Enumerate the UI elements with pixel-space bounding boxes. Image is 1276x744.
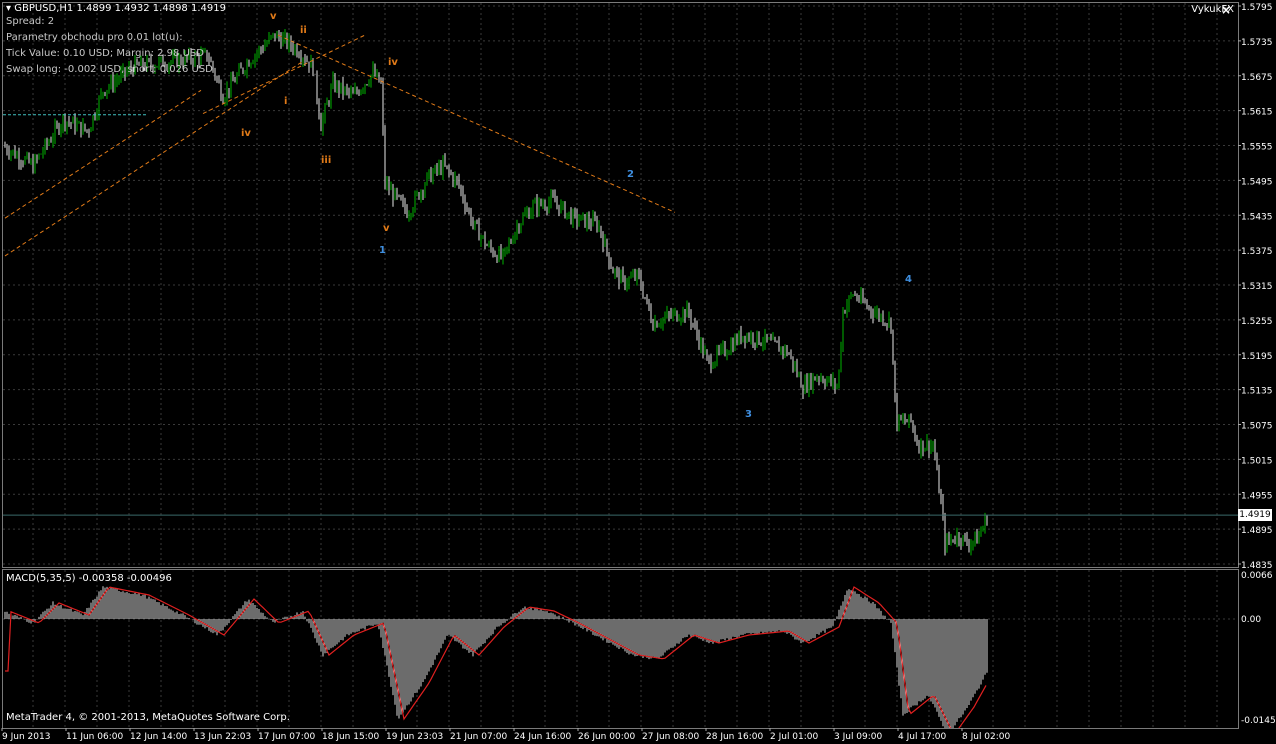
price-tick-label: 1.5255 [1241, 317, 1273, 327]
macd-tick-label: 0.00 [1241, 615, 1261, 625]
macd-signal-line [5, 586, 987, 734]
time-axis[interactable]: 9 Jun 2013 11 Jun 06:00 12 Jun 14:00 13 Jun… [0, 728, 1238, 744]
macd-tick-label: 0.0066 [1241, 571, 1273, 581]
time-tick-label: 4 Jul 17:00 [898, 732, 947, 742]
time-tick-label: 21 Jun 07:00 [450, 732, 507, 742]
time-tick-label: 18 Jun 15:00 [322, 732, 379, 742]
current-price-label: 1.4919 [1238, 509, 1272, 521]
price-tick-label: 1.5495 [1241, 177, 1273, 187]
price-tick-label: 1.4955 [1241, 491, 1273, 501]
wave-label: iii [321, 155, 331, 166]
time-tick-label: 17 Jun 07:00 [258, 732, 315, 742]
channel-line-lower [4, 89, 202, 219]
time-tick-label: 26 Jun 00:00 [578, 732, 635, 742]
wave-label: i [284, 96, 287, 107]
price-chart[interactable]: viiiviiiiivv1234 [3, 3, 1238, 567]
dropdown-triangle-icon[interactable]: ▾ [6, 3, 11, 14]
trend-line-down [277, 34, 676, 213]
price-tick-label: 1.5735 [1241, 38, 1273, 48]
price-tick-label: 1.5555 [1241, 143, 1273, 153]
macd-indicator[interactable] [3, 570, 1238, 734]
close-icon[interactable]: × [1221, 3, 1231, 17]
price-tick-label: 1.5615 [1241, 108, 1273, 118]
macd-tick-label: -0.01455 [1241, 716, 1276, 726]
info-tick-value: Tick Value: 0.10 USD; Margin: 2.98 USD [6, 48, 204, 59]
wave-label: 3 [745, 409, 752, 420]
time-tick-label: 24 Jun 16:00 [514, 732, 571, 742]
time-tick-label: 13 Jun 22:03 [194, 732, 251, 742]
wave-label: v [383, 223, 390, 234]
wave-label: iv [388, 57, 398, 68]
price-tick-label: 1.5375 [1241, 247, 1273, 257]
price-tick-label: 1.4895 [1241, 526, 1273, 536]
chart-title: ▾ GBPUSD,H1 1.4899 1.4932 1.4898 1.4919 [6, 3, 226, 14]
macd-label: MACD(5,35,5) -0.00358 -0.00496 [6, 573, 172, 584]
time-tick-label: 19 Jun 23:03 [386, 732, 443, 742]
time-tick-label: 27 Jun 08:00 [642, 732, 699, 742]
info-spread: Spread: 2 [6, 16, 55, 27]
time-tick-label: 2 Jul 01:00 [770, 732, 819, 742]
wave-label: 1 [379, 245, 386, 256]
symbol-quote: GBPUSD,H1 1.4899 1.4932 1.4898 1.4919 [14, 3, 226, 14]
wave-label: ii [300, 25, 307, 36]
info-trade-params: Parametry obchodu pro 0.01 lot(u): [6, 32, 183, 43]
price-tick-label: 1.4835 [1241, 561, 1273, 571]
copyright-footer: MetaTrader 4, © 2001-2013, MetaQuotes So… [6, 712, 290, 723]
time-tick-label: 28 Jun 16:00 [706, 732, 763, 742]
time-tick-label: 3 Jul 09:00 [834, 732, 883, 742]
wave-label: 4 [905, 274, 912, 285]
price-tick-label: 1.5015 [1241, 456, 1273, 466]
price-tick-label: 1.5795 [1241, 3, 1273, 13]
time-tick-label: 11 Jun 06:00 [66, 732, 123, 742]
wave-label: 2 [627, 169, 634, 180]
price-tick-label: 1.5075 [1241, 422, 1273, 432]
price-tick-label: 1.5315 [1241, 282, 1273, 292]
channel-line-lower-2 [4, 60, 304, 257]
wave-label: v [270, 11, 277, 22]
price-tick-label: 1.5195 [1241, 352, 1273, 362]
price-tick-label: 1.5675 [1241, 73, 1273, 83]
price-tick-label: 1.5435 [1241, 212, 1273, 222]
time-tick-label: 9 Jun 2013 [2, 732, 50, 742]
time-tick-label: 8 Jul 02:00 [962, 732, 1011, 742]
wave-label: iv [241, 128, 251, 139]
time-tick-label: 12 Jun 14:00 [130, 732, 187, 742]
price-axis[interactable]: 1.5795 1.5735 1.5675 1.5615 1.5555 1.5495 1.54… [1238, 0, 1276, 744]
price-chart-pane[interactable]: v ii iv i iii iv v 1 2 3 4 [2, 2, 1239, 568]
info-swap: Swap long: -0.002 USD, short: 0.026 USD [6, 64, 213, 75]
price-tick-label: 1.5135 [1241, 387, 1273, 397]
macd-pane[interactable] [2, 569, 1239, 734]
